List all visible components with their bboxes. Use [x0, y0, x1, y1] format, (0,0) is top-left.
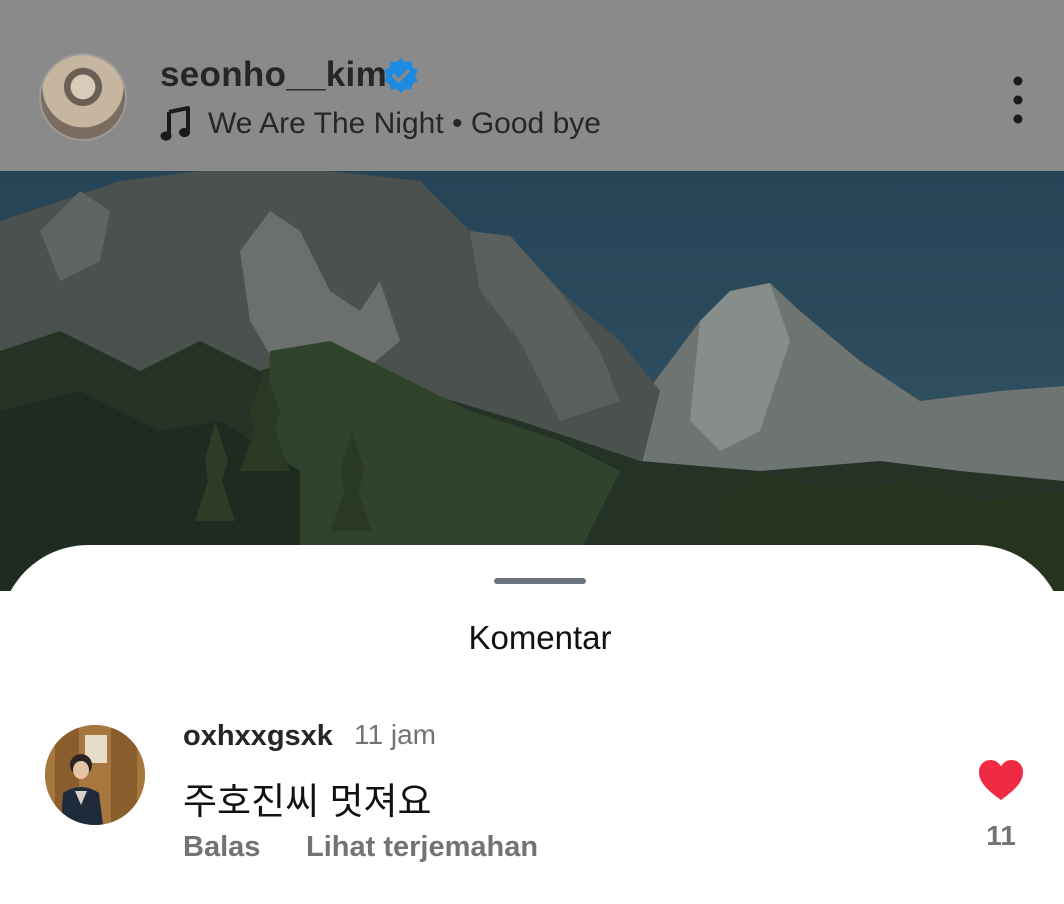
sheet-title: Komentar [468, 619, 612, 656]
verified-badge-icon [384, 57, 418, 94]
like-count: 11 [986, 820, 1016, 851]
author-username[interactable]: seonho__kim [160, 55, 387, 95]
avatar-photo [45, 725, 145, 825]
see-translation-button[interactable]: Lihat terjemahan [306, 831, 538, 864]
comment-text: 주호진씨 멋져요 [183, 781, 432, 822]
post-header: seonho__kim We Are The Night • Good bye [0, 0, 1064, 171]
commenter-avatar[interactable] [45, 725, 145, 825]
author-avatar[interactable] [41, 55, 125, 139]
comments-sheet: Komentar oxhxxgsxk 11 jam 주호진씨 멋져요 Balas… [0, 545, 1064, 904]
music-track-label[interactable]: We Are The Night • Good bye [208, 107, 601, 141]
post-image [0, 171, 1064, 591]
music-note-icon [160, 106, 190, 141]
heart-icon[interactable] [977, 758, 1025, 802]
mountain-landscape-image [0, 171, 1064, 591]
reply-button[interactable]: Balas [183, 831, 260, 864]
commenter-username[interactable]: oxhxxgsxk [183, 720, 333, 753]
sheet-drag-handle[interactable] [494, 578, 586, 584]
more-vertical-icon[interactable] [1004, 74, 1032, 126]
comment-timestamp: 11 jam [354, 719, 436, 750]
